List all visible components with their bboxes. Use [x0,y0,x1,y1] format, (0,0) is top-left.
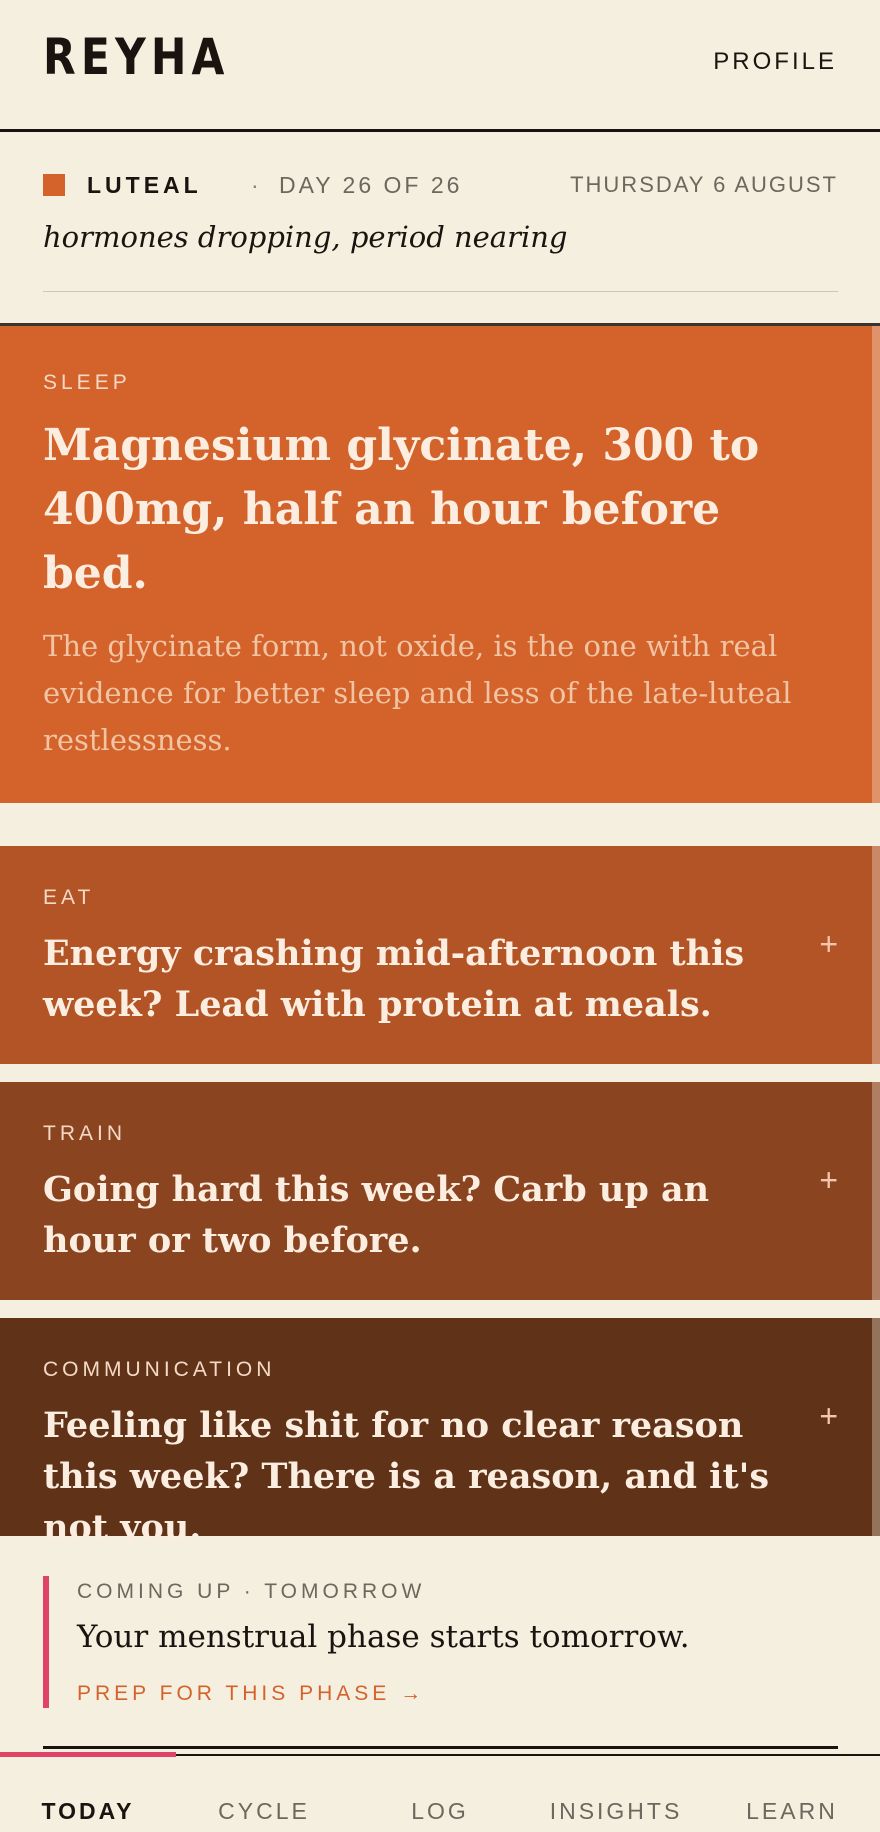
app-header: REYHA PROFILE [0,0,880,132]
card-edge [872,1082,880,1300]
phase-name: LUTEAL [87,172,202,198]
nav-tab-log[interactable]: LOG [352,1798,528,1825]
phase-day-count: DAY 26 OF 26 [279,172,463,198]
nav-tab-learn[interactable]: LEARN [704,1798,880,1825]
tip-category-label: COMMUNICATION [43,1358,276,1381]
nav-tab-cycle[interactable]: CYCLE [176,1798,352,1825]
phase-separator: · [251,172,259,198]
coming-up-label: COMING UP · TOMORROW [77,1580,426,1603]
tip-card-sleep[interactable]: SLEEP Magnesium glycinate, 300 to 400mg,… [0,326,880,803]
divider [43,1746,838,1749]
card-edge [872,1318,880,1536]
bottom-nav: TODAY CYCLE LOG INSIGHTS LEARN [0,1752,880,1832]
prep-phase-link[interactable]: PREP FOR THIS PHASE → [77,1682,425,1706]
tip-category-label: EAT [43,886,95,909]
coming-up-panel: COMING UP · TOMORROW Your menstrual phas… [43,1576,838,1708]
tip-card-train[interactable]: TRAIN Going hard this week? Carb up an h… [0,1082,880,1300]
tip-title: Going hard this week? Carb up an hour or… [43,1169,710,1261]
tip-title: Energy crashing mid-afternoon this week?… [43,933,745,1025]
expand-icon[interactable]: + [819,1398,838,1435]
nav-tab-today[interactable]: TODAY [0,1798,176,1825]
tip-title: Magnesium glycinate, 300 to 400mg, half … [43,420,760,599]
tip-card-communication[interactable]: COMMUNICATION Feeling like shit for no c… [0,1318,880,1548]
divider [43,291,838,292]
tip-category-label: SLEEP [43,371,131,394]
phase-color-swatch [43,174,65,196]
current-date: THURSDAY 6 AUGUST [570,172,838,197]
tip-card-eat[interactable]: EAT Energy crashing mid-afternoon this w… [0,846,880,1064]
tip-category-label: TRAIN [43,1122,126,1145]
expand-icon[interactable]: + [819,926,838,963]
app-logo[interactable]: REYHA [43,28,229,86]
card-edge [872,846,880,1064]
coming-up-text: Your menstrual phase starts tomorrow. [77,1619,690,1655]
profile-link[interactable]: PROFILE [713,48,837,76]
tip-body: The glycinate form, not oxide, is the on… [43,629,792,757]
phase-subtitle: hormones dropping, period nearing [43,220,568,254]
active-tab-indicator [0,1752,176,1757]
expand-icon[interactable]: + [819,1162,838,1199]
nav-tab-insights[interactable]: INSIGHTS [528,1798,704,1825]
card-edge [872,326,880,803]
tip-title: Feeling like shit for no clear reason th… [43,1405,770,1548]
phase-status: LUTEAL · DAY 26 OF 26 THURSDAY 6 AUGUST [43,170,838,200]
